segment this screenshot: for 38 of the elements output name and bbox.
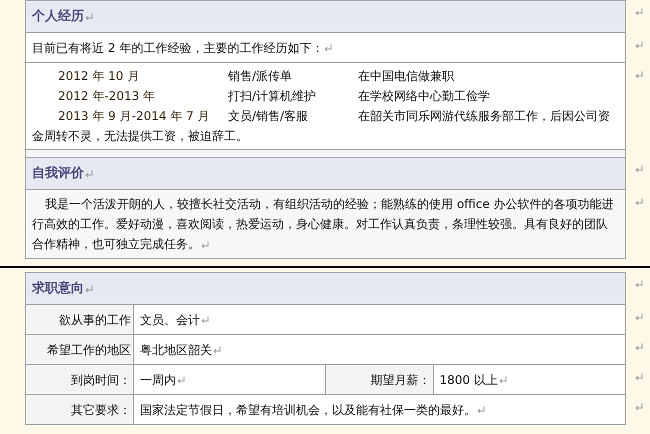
work-entry: 2012 年 10 月 销售/派传单 在中国电信做兼职 (57, 68, 455, 85)
field-label: 到岗时间： (71, 372, 131, 388)
paragraph-mark-icon (634, 41, 642, 49)
field-value: 一周内 (140, 372, 176, 388)
paragraph-mark-icon (498, 376, 507, 384)
field-label: 欲从事的工作 (59, 312, 131, 328)
field-label: 其它要求： (71, 402, 131, 418)
field-label: 期望月薪： (370, 372, 430, 388)
paragraph-mark-icon (634, 343, 642, 351)
paragraph-mark-icon (85, 170, 93, 178)
paragraph-mark-icon (201, 240, 209, 249)
work-entry: 2012 年-2013 年 打扫/计算机维护 在学校网络中心勤工俭学 (57, 88, 491, 105)
field-value: 1800 以上 (440, 372, 498, 388)
paragraph-mark-icon (634, 373, 642, 381)
paragraph-mark-icon (85, 284, 93, 292)
intro-text: 目前已有将近 2 年的工作经验，主要的工作经历如下： (32, 40, 324, 56)
paragraph-mark-icon (634, 403, 642, 411)
paragraph-mark-icon (634, 198, 642, 206)
paragraph-mark-icon (634, 280, 642, 288)
paragraph-mark-icon (213, 346, 221, 354)
paragraph-mark-icon (634, 165, 642, 173)
paragraph-mark-icon (634, 8, 642, 16)
paragraph-mark-icon (634, 313, 642, 321)
self-evaluation-text: 我是一个活泼开朗的人，较擅长社交活动，有组织活动的经验；能熟练的使用 office 办公软件的各项功能进行高效的工作。爱好动漫，喜欢阅读，热爱运动，身心健康。对工作认真负责，条理性较强。具有良好的团队合作精神，也可独立完成任务。 (32, 196, 615, 253)
field-value: 文员、会计 (140, 312, 200, 328)
field-label: 希望工作的地区 (47, 342, 131, 358)
paragraph-mark-icon (477, 406, 485, 414)
paragraph-mark-icon (85, 12, 93, 20)
paragraph-mark-icon (177, 376, 185, 384)
paragraph-mark-icon (201, 316, 209, 324)
section-title: 个人经历 (32, 8, 84, 26)
work-entry: 2013 年 9 月-2014 年 7 月 文员/销售/客服 在韶关市同乐网游代练服务部工作，后因公司资金周转不灵，无法提供工资，被迫辞工。 (32, 108, 611, 145)
field-value: 国家法定节假日，希望有培训机会，以及能有社保一类的最好。 (140, 402, 476, 418)
paragraph-mark-icon (634, 71, 642, 79)
field-value: 粤北地区韶关 (140, 342, 212, 358)
section-title: 求职意向 (32, 280, 84, 298)
section-title: 自我评价 (32, 164, 84, 183)
paragraph-mark-icon (324, 44, 332, 52)
